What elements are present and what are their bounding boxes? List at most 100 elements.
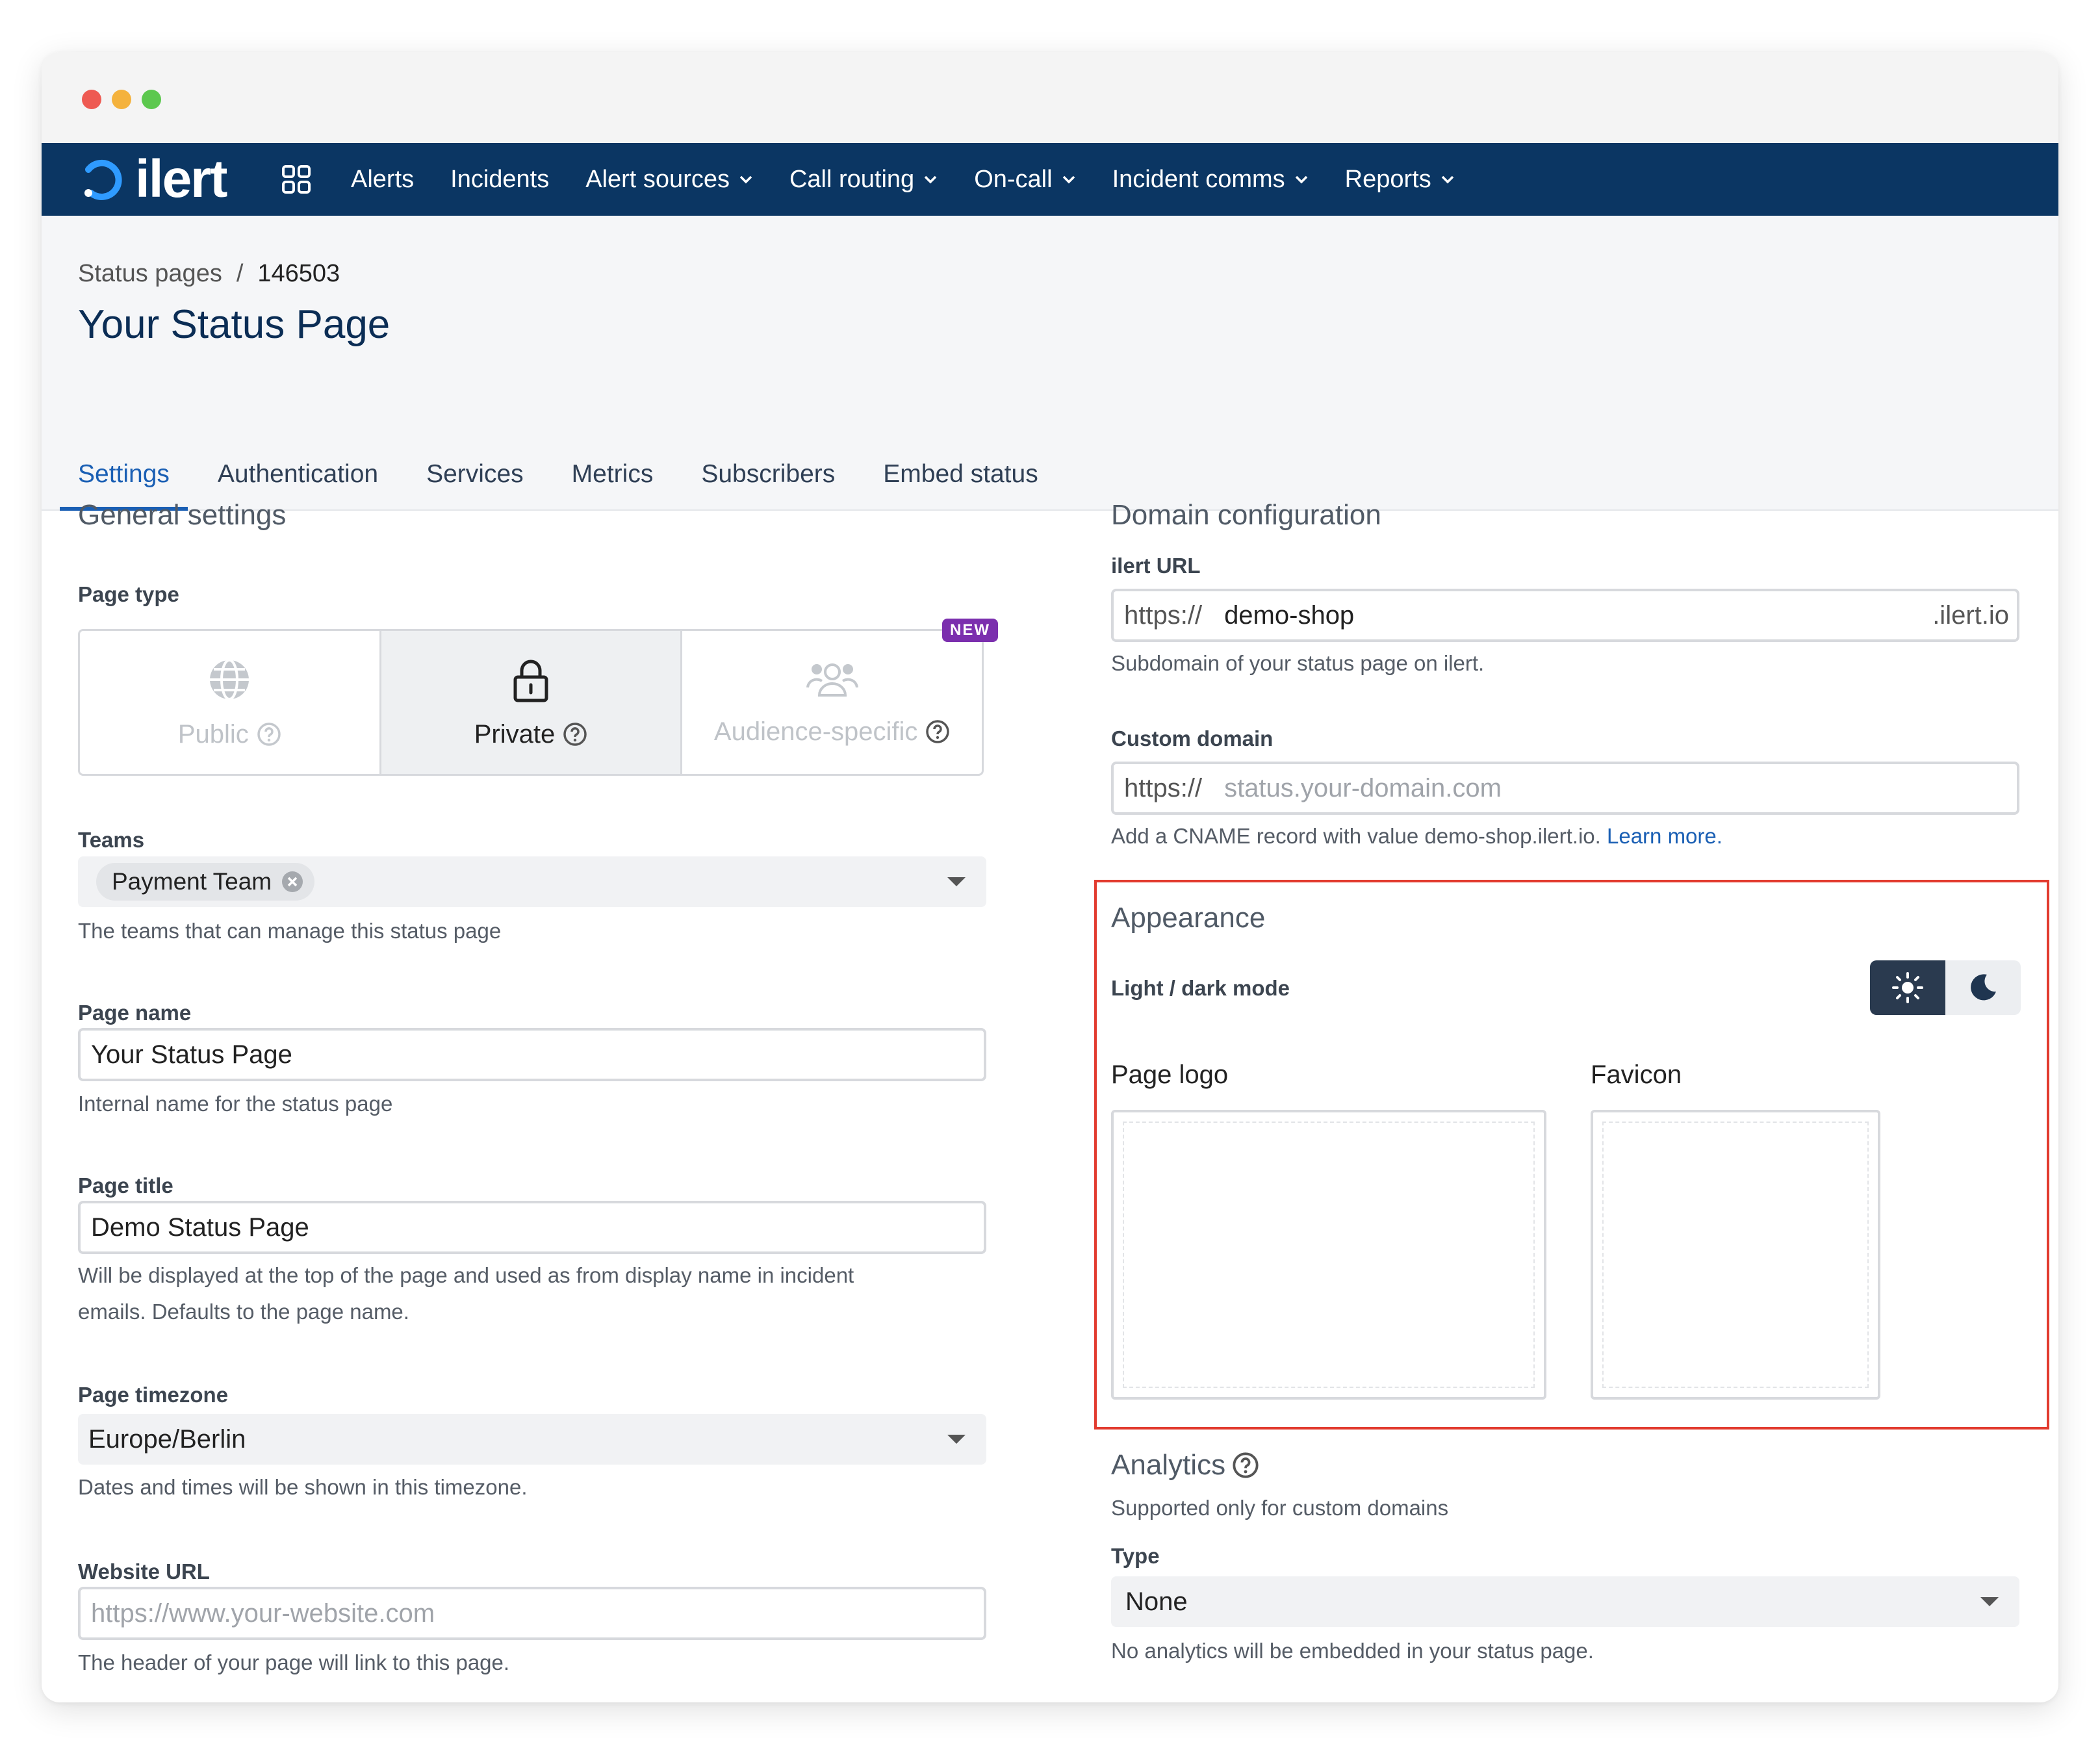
page-title: Your Status Page: [78, 302, 391, 347]
tab-subscribers[interactable]: Subscribers: [683, 438, 853, 511]
page-logo-label: Page logo: [1111, 1060, 1229, 1089]
timezone-value: Europe/Berlin: [88, 1424, 246, 1454]
help-icon[interactable]: [563, 722, 587, 747]
logo-text: ilert: [135, 149, 227, 209]
page-type-public[interactable]: Public: [80, 631, 381, 774]
page-title-help-line-2: emails. Defaults to the page name.: [78, 1300, 409, 1324]
minimize-window-button[interactable]: [112, 90, 131, 109]
general-settings-heading: General settings: [78, 499, 287, 531]
chevron-down-icon: [924, 175, 937, 184]
tab-embed-status[interactable]: Embed status: [865, 438, 1056, 511]
page-type-private-label: Private: [474, 719, 556, 749]
nav-item-label: Alerts: [351, 165, 415, 193]
nav-item-incident-comms[interactable]: Incident comms: [1112, 166, 1309, 194]
learn-more-link[interactable]: Learn more.: [1607, 824, 1722, 848]
breadcrumb-parent-link[interactable]: Status pages: [78, 260, 222, 288]
close-window-button[interactable]: [82, 90, 101, 109]
page-title-value: Demo Status Page: [91, 1212, 309, 1242]
page-name-help: Internal name for the status page: [78, 1092, 393, 1116]
analytics-subtitle: Supported only for custom domains: [1111, 1496, 1449, 1520]
nav-menu: Alerts Incidents Alert sources Call rout…: [351, 143, 1491, 216]
team-chip: Payment Team: [96, 863, 315, 901]
upload-dropzone: [1602, 1122, 1869, 1388]
app-window: ilert Alerts Incidents Alert sources Cal…: [42, 52, 2058, 1702]
chevron-down-icon: [739, 175, 752, 184]
analytics-type-select[interactable]: None: [1111, 1576, 2019, 1627]
maximize-window-button[interactable]: [142, 90, 161, 109]
chevron-down-icon: [1295, 175, 1307, 184]
page-type-private[interactable]: Private: [381, 631, 683, 774]
page-type-public-label: Public: [177, 719, 249, 749]
moon-icon: [1971, 974, 1996, 1001]
page-name-input[interactable]: Your Status Page: [78, 1028, 986, 1081]
help-icon[interactable]: [1232, 1452, 1259, 1479]
nav-item-label: On-call: [974, 165, 1053, 193]
chevron-down-icon: [1980, 1597, 1999, 1606]
nav-item-alert-sources[interactable]: Alert sources: [585, 166, 753, 194]
ilert-logo[interactable]: ilert: [79, 149, 227, 209]
website-url-help: The header of your page will link to thi…: [78, 1650, 510, 1674]
domain-configuration-heading: Domain configuration: [1111, 499, 1381, 531]
nav-item-call-routing[interactable]: Call routing: [789, 166, 938, 194]
page-type-selector: Public Private Audience-specific: [78, 629, 984, 776]
light-mode-button[interactable]: [1870, 960, 1945, 1015]
remove-chip-icon[interactable]: [281, 870, 304, 893]
chevron-down-icon: [947, 1435, 966, 1444]
page-title-input[interactable]: Demo Status Page: [78, 1201, 986, 1254]
lock-icon: [513, 660, 548, 702]
page-type-audience-specific[interactable]: Audience-specific: [682, 631, 982, 774]
grid-icon[interactable]: [281, 164, 312, 195]
teams-help: The teams that can manage this status pa…: [78, 919, 502, 943]
mode-label: Light / dark mode: [1111, 976, 1290, 1000]
custom-domain-input[interactable]: https:// status.your-domain.com: [1111, 762, 2019, 815]
help-icon[interactable]: [925, 719, 950, 744]
timezone-select[interactable]: Europe/Berlin: [78, 1414, 986, 1465]
teams-select[interactable]: Payment Team: [78, 856, 986, 907]
chevron-down-icon: [1062, 175, 1075, 184]
light-dark-toggle: [1870, 960, 2021, 1015]
globe-icon: [210, 658, 250, 700]
nav-item-alerts[interactable]: Alerts: [351, 166, 414, 194]
breadcrumb: Status pages / 146503: [78, 260, 340, 288]
nav-item-label: Incidents: [450, 165, 550, 193]
ilert-url-prefix: https://: [1124, 600, 1203, 630]
nav-item-label: Incident comms: [1112, 165, 1285, 193]
top-navigation: ilert Alerts Incidents Alert sources Cal…: [42, 143, 2058, 216]
page-name-label: Page name: [78, 1001, 192, 1025]
nav-item-label: Reports: [1344, 165, 1431, 193]
breadcrumb-current: 146503: [257, 260, 340, 287]
page-logo-upload[interactable]: [1111, 1110, 1546, 1400]
breadcrumb-separator: /: [236, 260, 244, 287]
nav-item-reports[interactable]: Reports: [1345, 166, 1455, 194]
title-bar: [42, 52, 2058, 143]
ilert-url-input[interactable]: https:// demo-shop .ilert.io: [1111, 589, 2019, 642]
appearance-heading: Appearance: [1111, 902, 1266, 934]
chevron-down-icon: [1441, 175, 1453, 184]
team-chip-label: Payment Team: [112, 868, 272, 895]
upload-dropzone: [1123, 1122, 1535, 1388]
website-url-placeholder: https://www.your-website.com: [91, 1598, 435, 1628]
website-url-input[interactable]: https://www.your-website.com: [78, 1587, 986, 1640]
analytics-type-value: None: [1125, 1587, 1188, 1616]
tab-metrics[interactable]: Metrics: [554, 438, 672, 511]
favicon-label: Favicon: [1591, 1060, 1682, 1089]
favicon-upload[interactable]: [1591, 1110, 1880, 1400]
help-icon[interactable]: [257, 722, 281, 747]
dark-mode-button[interactable]: [1945, 960, 2021, 1015]
ilert-url-help: Subdomain of your status page on ilert.: [1111, 651, 1485, 675]
page-name-value: Your Status Page: [91, 1040, 292, 1069]
custom-domain-prefix: https://: [1124, 773, 1203, 802]
nav-item-label: Call routing: [789, 165, 915, 193]
analytics-type-label: Type: [1111, 1544, 1160, 1568]
analytics-heading: Analytics: [1111, 1449, 1259, 1481]
custom-domain-help-text: Add a CNAME record with value demo-shop.…: [1111, 824, 1601, 848]
custom-domain-placeholder: status.your-domain.com: [1224, 773, 1502, 802]
tab-services[interactable]: Services: [408, 438, 542, 511]
ilert-url-value: demo-shop: [1224, 600, 1355, 630]
sun-icon: [1892, 972, 1923, 1003]
teams-label: Teams: [78, 828, 145, 852]
nav-item-incidents[interactable]: Incidents: [450, 166, 549, 194]
ilert-url-label: ilert URL: [1111, 554, 1201, 578]
analytics-title: Analytics: [1111, 1449, 1226, 1481]
nav-item-on-call[interactable]: On-call: [974, 166, 1075, 194]
